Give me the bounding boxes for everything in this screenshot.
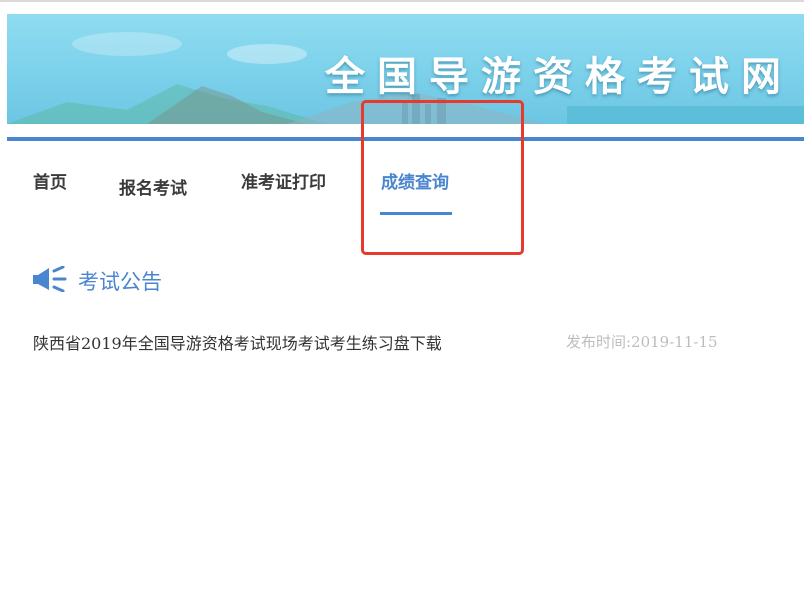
nav-item-admission-ticket[interactable]: 准考证打印 [241,168,326,193]
notice-item-date: 发布时间:2019-11-15 [566,333,718,351]
banner-title: 全国导游资格考试网 [325,54,793,100]
megaphone-icon [33,266,67,292]
notice-section-title: 考试公告 [78,270,162,294]
red-highlight-box [361,100,524,255]
top-divider [0,0,804,2]
notice-item-link[interactable]: 陕西省2019年全国导游资格考试现场考试考生练习盘下载 [33,330,442,354]
nav-item-register[interactable]: 报名考试 [119,174,187,199]
nav-item-home[interactable]: 首页 [33,168,67,193]
